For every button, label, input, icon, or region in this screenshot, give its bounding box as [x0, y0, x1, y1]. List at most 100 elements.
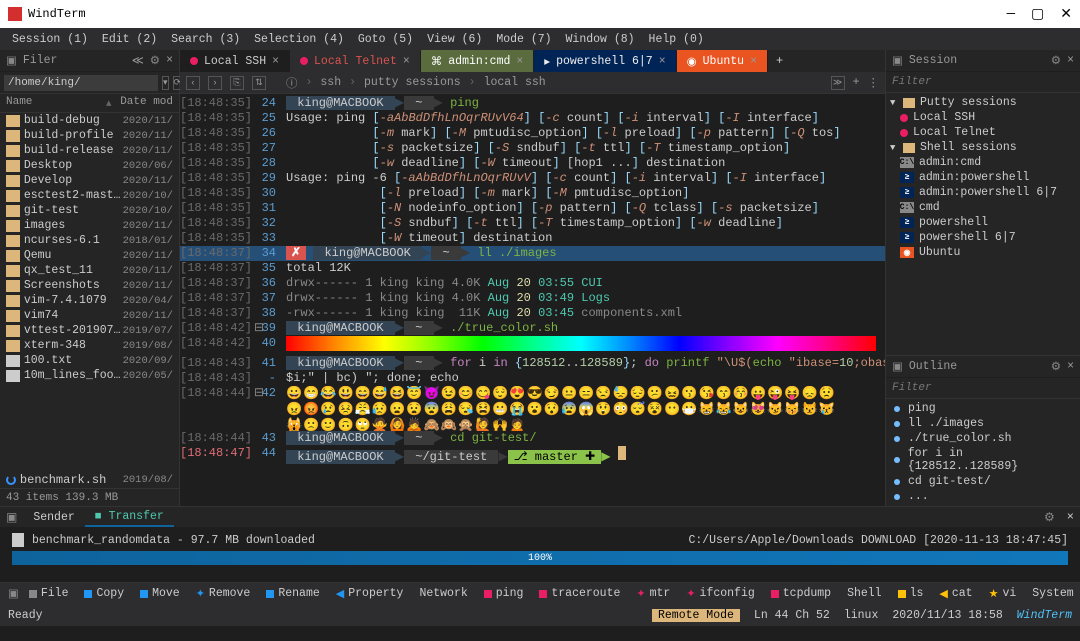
filer-menu-icon[interactable]: ≪ [132, 53, 144, 68]
toolbar-button[interactable]: Network [413, 587, 473, 600]
tab-transfer[interactable]: ■ Transfer [85, 508, 174, 527]
session-filter[interactable]: Filter [886, 72, 1080, 93]
terminal[interactable]: [18:48:35]24 king@MACBOOK ▶ ~ ▶ ping[18:… [180, 94, 885, 506]
col-name[interactable]: Name [6, 96, 106, 110]
tab-close-icon[interactable]: × [516, 55, 523, 68]
toolbar-button[interactable]: Rename [260, 587, 325, 600]
nav-back-icon[interactable]: ‹ [186, 76, 200, 90]
outline-filter[interactable]: Filter [886, 378, 1080, 399]
toolbar-button[interactable]: ls [892, 587, 930, 600]
outline-item[interactable]: ... [886, 489, 1080, 504]
filer-item[interactable]: Develop2020/11/ [0, 173, 179, 188]
pin-icon[interactable]: ▣ [892, 53, 903, 68]
path-dropdown-icon[interactable]: ▾ [162, 76, 169, 90]
outline-item[interactable]: cd git-test/ [886, 474, 1080, 489]
pin-icon[interactable]: ▣ [8, 586, 19, 601]
crumb[interactable]: local ssh [484, 76, 546, 89]
tab-close-icon[interactable]: × [750, 55, 757, 68]
minimize-button[interactable]: — [1007, 6, 1015, 23]
session-tab[interactable]: Local Telnet× [290, 50, 421, 72]
toolbar-button[interactable]: Shell [841, 587, 888, 600]
info-icon[interactable]: ⓘ [286, 75, 298, 91]
filer-item[interactable]: qx_test_112020/11/ [0, 263, 179, 278]
session-tree-item[interactable]: ▼Shell sessions [886, 140, 1080, 155]
bottom-close-icon[interactable]: × [1061, 510, 1080, 524]
filer-item[interactable]: vttest-201907102019/07/ [0, 323, 179, 338]
menu-item[interactable]: Session (1) [6, 31, 94, 48]
toolbar-button[interactable]: Move [134, 587, 186, 600]
toolbar-button[interactable]: System [1026, 587, 1079, 600]
toolbar-button[interactable]: File [23, 587, 75, 600]
tab-close-icon[interactable]: × [272, 55, 279, 68]
toolbar-button[interactable]: ✦ifconfig [680, 587, 760, 601]
filer-item[interactable]: Desktop2020/06/ [0, 158, 179, 173]
filer-item[interactable]: Screenshots2020/11/ [0, 278, 179, 293]
expand-icon[interactable]: ≫ [831, 76, 845, 90]
outline-item[interactable]: for i in {128512..128589} [886, 446, 1080, 474]
toolbar-button[interactable]: ◀Property [330, 587, 410, 601]
filer-item[interactable]: vim742020/11/ [0, 308, 179, 323]
toolbar-button[interactable]: ping [478, 587, 530, 600]
outline-settings-icon[interactable]: ⚙ [1051, 359, 1061, 374]
outline-close-icon[interactable]: × [1067, 360, 1074, 373]
tabs-menu-icon[interactable]: ⋮ [868, 75, 880, 90]
session-tree-item[interactable]: ≥powershell [886, 215, 1080, 230]
outline-item[interactable]: ll ./images [886, 416, 1080, 431]
file-name[interactable]: benchmark.sh [20, 473, 119, 487]
toolbar-button[interactable]: ✦mtr [630, 587, 676, 601]
menu-item[interactable]: Edit (2) [96, 31, 163, 48]
nav-fwd-icon[interactable]: › [208, 76, 222, 90]
menu-item[interactable]: Search (3) [165, 31, 246, 48]
filer-item[interactable]: build-debug2020/11/ [0, 113, 179, 128]
session-tree-item[interactable]: Local SSH [886, 110, 1080, 125]
session-tree-item[interactable]: Local Telnet [886, 125, 1080, 140]
filer-item[interactable]: git-test2020/10/ [0, 203, 179, 218]
tab-close-icon[interactable]: × [659, 55, 666, 68]
session-tab[interactable]: ◉Ubuntu× [677, 50, 768, 72]
pin-icon[interactable]: ▣ [892, 359, 903, 374]
outline-item[interactable]: ping [886, 401, 1080, 416]
add-tab-icon[interactable]: + [853, 76, 860, 89]
session-tree-item[interactable]: C:\cmd [886, 200, 1080, 215]
menu-item[interactable]: Window (8) [560, 31, 641, 48]
outline-item[interactable]: ./true_color.sh [886, 431, 1080, 446]
session-tree-item[interactable]: ≥admin:powershell 6|7 [886, 185, 1080, 200]
crumb[interactable]: ssh [320, 76, 341, 89]
session-close-icon[interactable]: × [1067, 54, 1074, 67]
session-tab[interactable]: ⌘admin:cmd× [421, 50, 535, 72]
copy-icon[interactable]: ⎘ [230, 76, 244, 90]
filer-item[interactable]: Qemu2020/11/ [0, 248, 179, 263]
session-settings-icon[interactable]: ⚙ [1051, 53, 1061, 68]
menu-item[interactable]: Help (0) [643, 31, 710, 48]
menu-item[interactable]: Mode (7) [490, 31, 557, 48]
filer-settings-icon[interactable]: ⚙ [150, 53, 160, 68]
filer-item[interactable]: vim-7.4.10792020/04/ [0, 293, 179, 308]
filer-path-input[interactable] [4, 75, 158, 91]
session-tab[interactable]: Local SSH× [180, 50, 290, 72]
tab-close-icon[interactable]: × [403, 55, 410, 68]
crumb[interactable]: putty sessions [364, 76, 461, 89]
toolbar-button[interactable]: traceroute [533, 587, 626, 600]
session-tree-item[interactable]: ≥admin:powershell [886, 170, 1080, 185]
pin-icon[interactable]: ▣ [0, 510, 23, 525]
session-tree-item[interactable]: ≥powershell 6|7 [886, 230, 1080, 245]
toolbar-button[interactable]: Copy [78, 587, 130, 600]
menu-item[interactable]: Selection (4) [248, 31, 350, 48]
toolbar-button[interactable]: ◀cat [933, 587, 978, 601]
filer-item[interactable]: 100.txt2020/09/ [0, 353, 179, 368]
menu-item[interactable]: View (6) [421, 31, 488, 48]
pin-icon[interactable]: ▣ [6, 53, 17, 68]
session-tree-item[interactable]: ▼Putty sessions [886, 95, 1080, 110]
paste-icon[interactable]: ⇅ [252, 76, 266, 90]
toolbar-button[interactable]: tcpdump [765, 587, 837, 600]
menu-item[interactable]: Goto (5) [352, 31, 419, 48]
filer-item[interactable]: esctest2-master2020/10/ [0, 188, 179, 203]
session-tree-item[interactable]: ◉Ubuntu [886, 245, 1080, 260]
filer-item[interactable]: build-profile2020/11/ [0, 128, 179, 143]
filer-item[interactable]: ncurses-6.12018/01/ [0, 233, 179, 248]
close-button[interactable]: ✕ [1060, 6, 1072, 23]
remote-mode-badge[interactable]: Remote Mode [652, 609, 740, 622]
toolbar-button[interactable]: ★vi [983, 587, 1023, 601]
filer-item[interactable]: xterm-3482019/08/ [0, 338, 179, 353]
bottom-settings-icon[interactable]: ⚙ [1038, 510, 1061, 525]
